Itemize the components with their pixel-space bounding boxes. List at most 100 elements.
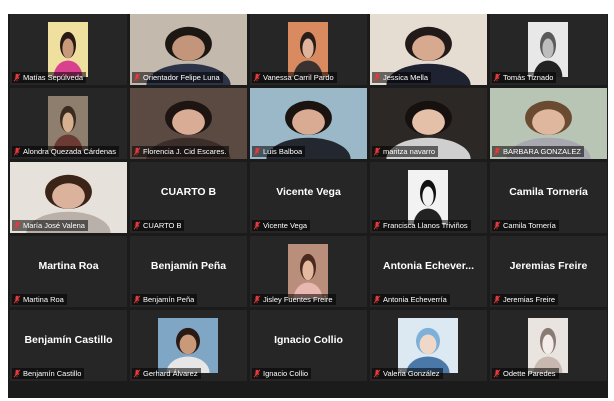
participant-display-name: Jeremias Freire bbox=[509, 260, 588, 272]
participant-name: Matías Sepúlveda bbox=[23, 73, 84, 82]
participant-name: Jessica Mella bbox=[383, 73, 429, 82]
video-feed bbox=[528, 318, 568, 373]
participant-tile[interactable]: BARBARA GONZALEZ bbox=[490, 88, 607, 159]
participant-tile[interactable]: Jeremias Freire Jeremias Freire bbox=[490, 236, 607, 307]
participant-tile[interactable]: Valeria González bbox=[370, 310, 487, 381]
video-feed bbox=[158, 318, 218, 373]
participant-name-label: Luis Balboa bbox=[252, 146, 306, 157]
mic-muted-icon bbox=[13, 369, 21, 378]
mic-muted-icon bbox=[253, 221, 261, 230]
participant-name: Florencia J. Cid Escares. bbox=[143, 147, 227, 156]
video-container bbox=[48, 22, 88, 77]
video-feed bbox=[288, 22, 328, 77]
participant-tile[interactable]: Camila Tornería Camila Tornería bbox=[490, 162, 607, 233]
participant-tile[interactable]: Alondra Quezada Cárdenas bbox=[10, 88, 127, 159]
participant-display-name: Antonia Echever... bbox=[382, 260, 475, 272]
participant-tile[interactable]: Benjamín Castillo Benjamín Castillo bbox=[10, 310, 127, 381]
participant-name-label: Benjamín Castillo bbox=[12, 368, 85, 379]
participant-name-label: BARBARA GONZALEZ bbox=[492, 146, 584, 157]
mic-muted-icon bbox=[253, 147, 261, 156]
participant-tile[interactable]: CUARTO B CUARTO B bbox=[130, 162, 247, 233]
participant-name-label: Orientador Felipe Luna bbox=[132, 72, 223, 83]
participant-display-name: Camila Tornería bbox=[509, 186, 588, 198]
participant-name-label: Matías Sepúlveda bbox=[12, 72, 87, 83]
participant-tile[interactable]: Vanessa Carril Pardo bbox=[250, 14, 367, 85]
participant-tile[interactable]: maritza navarro bbox=[370, 88, 487, 159]
mic-muted-icon bbox=[253, 73, 261, 82]
participant-name-label: Florencia J. Cid Escares. bbox=[132, 146, 230, 157]
participant-tile[interactable]: Luis Balboa bbox=[250, 88, 367, 159]
participant-display-name: Martina Roa bbox=[38, 260, 99, 272]
mic-muted-icon bbox=[133, 73, 141, 82]
participant-name: Martina Roa bbox=[23, 295, 64, 304]
mic-muted-icon bbox=[13, 73, 21, 82]
participant-name: Tomás Tiznado bbox=[503, 73, 554, 82]
participant-tile[interactable]: Tomás Tiznado bbox=[490, 14, 607, 85]
video-feed bbox=[398, 318, 458, 373]
participant-tile[interactable]: Matías Sepúlveda bbox=[10, 14, 127, 85]
mic-muted-icon bbox=[13, 221, 21, 230]
mic-muted-icon bbox=[253, 295, 261, 304]
mic-muted-icon bbox=[493, 295, 501, 304]
participant-name-label: Vanessa Carril Pardo bbox=[252, 72, 337, 83]
participant-name: Benjamín Castillo bbox=[23, 369, 82, 378]
participant-tile[interactable]: Martina Roa Martina Roa bbox=[10, 236, 127, 307]
mic-muted-icon bbox=[253, 369, 261, 378]
participant-name: Gerhard Álvarez bbox=[143, 369, 198, 378]
participant-name-label: Antonia Echeverría bbox=[372, 294, 450, 305]
mic-muted-icon bbox=[373, 369, 381, 378]
participant-name-label: Jisley Fuentes Freire bbox=[252, 294, 336, 305]
participant-tile[interactable]: Orientador Felipe Luna bbox=[130, 14, 247, 85]
participant-tile[interactable]: Florencia J. Cid Escares. bbox=[130, 88, 247, 159]
mic-muted-icon bbox=[373, 73, 381, 82]
video-feed bbox=[288, 244, 328, 299]
participant-name: Camila Tornería bbox=[503, 221, 556, 230]
participant-display-name: CUARTO B bbox=[160, 186, 217, 198]
participant-name: Vicente Vega bbox=[263, 221, 308, 230]
participant-tile[interactable]: Antonia Echever... Antonia Echeverría bbox=[370, 236, 487, 307]
participant-tile[interactable]: Francisca Llanos Triviños bbox=[370, 162, 487, 233]
participant-name-label: Tomás Tiznado bbox=[492, 72, 557, 83]
participant-name: Jeremias Freire bbox=[503, 295, 556, 304]
participant-name-label: Vicente Vega bbox=[252, 220, 311, 231]
participant-name-label: Camila Tornería bbox=[492, 220, 559, 231]
video-container bbox=[288, 244, 328, 299]
mic-muted-icon bbox=[493, 73, 501, 82]
participant-tile[interactable]: María José Valena bbox=[10, 162, 127, 233]
participant-display-name: Benjamín Peña bbox=[150, 260, 227, 272]
video-container bbox=[408, 170, 448, 225]
participant-tile[interactable]: Benjamín Peña Benjamín Peña bbox=[130, 236, 247, 307]
mic-muted-icon bbox=[133, 295, 141, 304]
mic-muted-icon bbox=[373, 147, 381, 156]
participant-name-label: María José Valena bbox=[12, 220, 88, 231]
participant-name-label: maritza navarro bbox=[372, 146, 439, 157]
participant-name: Valeria González bbox=[383, 369, 440, 378]
participant-display-name: Benjamín Castillo bbox=[24, 334, 113, 346]
participant-name: CUARTO B bbox=[143, 221, 182, 230]
participant-name: Odette Paredes bbox=[503, 369, 556, 378]
video-feed bbox=[48, 22, 88, 77]
participant-tile[interactable]: Ignacio Collio Ignacio Collio bbox=[250, 310, 367, 381]
participant-name: Jisley Fuentes Freire bbox=[263, 295, 333, 304]
participant-name: Ignacio Collio bbox=[263, 369, 309, 378]
participant-tile[interactable]: Vicente Vega Vicente Vega bbox=[250, 162, 367, 233]
participant-tile[interactable]: Gerhard Álvarez bbox=[130, 310, 247, 381]
participant-name-label: CUARTO B bbox=[132, 220, 185, 231]
video-container bbox=[48, 96, 88, 151]
participant-tile[interactable]: Odette Paredes bbox=[490, 310, 607, 381]
participant-name: Vanessa Carril Pardo bbox=[263, 73, 334, 82]
video-container bbox=[528, 318, 568, 373]
participant-name: Francisca Llanos Triviños bbox=[383, 221, 468, 230]
mic-muted-icon bbox=[373, 295, 381, 304]
participant-name-label: Odette Paredes bbox=[492, 368, 559, 379]
participant-name: Luis Balboa bbox=[263, 147, 303, 156]
participant-tile[interactable]: Jisley Fuentes Freire bbox=[250, 236, 367, 307]
participant-name: Benjamín Peña bbox=[143, 295, 195, 304]
mic-muted-icon bbox=[133, 147, 141, 156]
participant-name-label: Benjamín Peña bbox=[132, 294, 198, 305]
participant-tile[interactable]: Jessica Mella bbox=[370, 14, 487, 85]
video-feed bbox=[48, 96, 88, 151]
video-container bbox=[288, 22, 328, 77]
participant-display-name: Ignacio Collio bbox=[274, 334, 343, 346]
participant-name-label: Gerhard Álvarez bbox=[132, 368, 201, 379]
